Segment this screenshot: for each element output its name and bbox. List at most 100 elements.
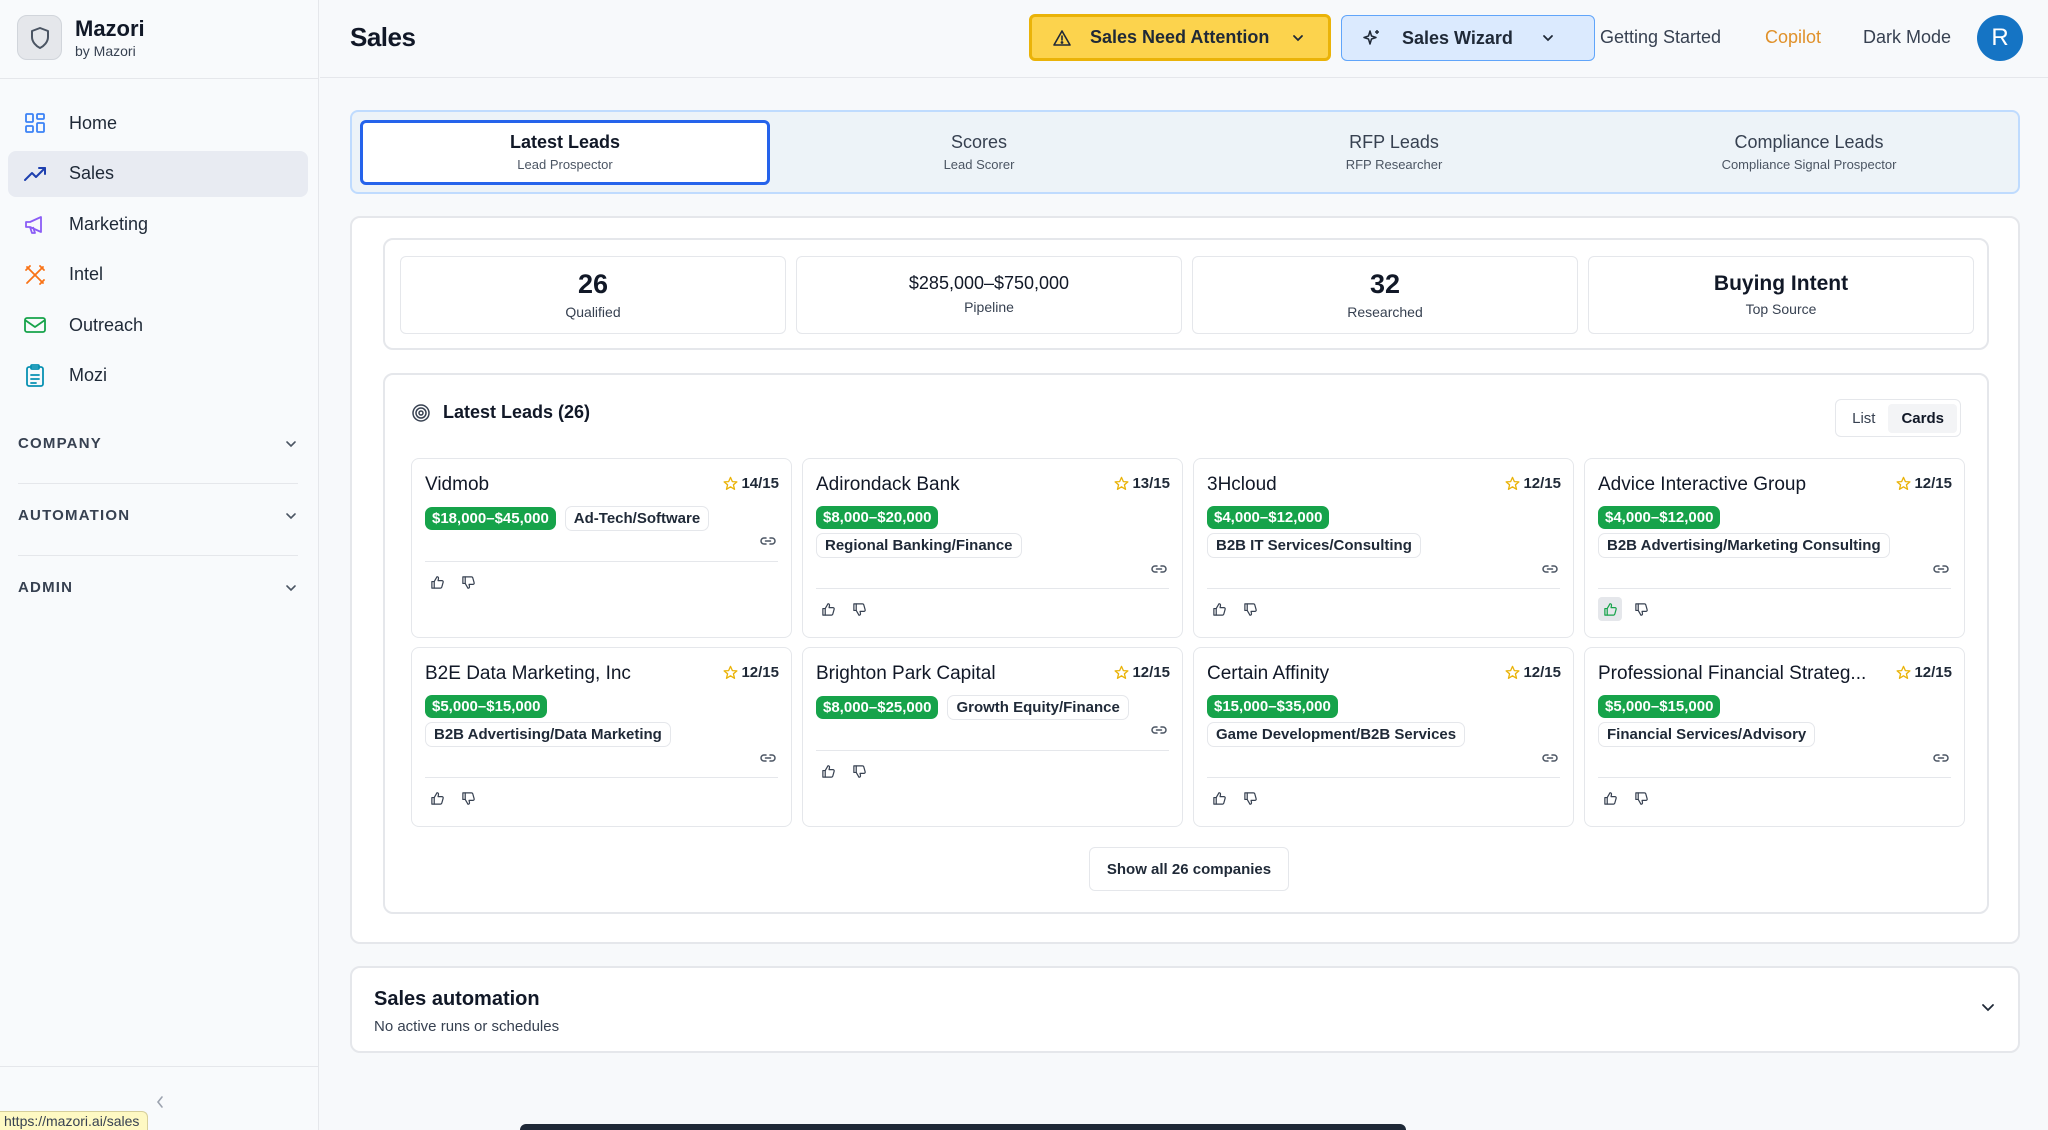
- lead-score: 12/15: [1114, 664, 1170, 681]
- link-icon[interactable]: [1933, 753, 1949, 763]
- view-cards-button[interactable]: Cards: [1888, 403, 1957, 433]
- avatar[interactable]: R: [1977, 15, 2023, 61]
- link-icon[interactable]: [1542, 564, 1558, 574]
- industry-tag: Game Development/B2B Services: [1207, 722, 1466, 747]
- vote-controls: [1207, 786, 1269, 810]
- bottom-overlay-bar: [520, 1124, 1406, 1130]
- tab-latest-leads[interactable]: Latest Leads Lead Prospector: [360, 120, 770, 185]
- lead-card[interactable]: Advice Interactive Group 12/15 $4,000–$1…: [1584, 458, 1965, 638]
- lead-name[interactable]: 3Hcloud: [1207, 474, 1277, 496]
- clipboard-icon: [22, 363, 48, 389]
- thumbs-up-icon[interactable]: [1207, 786, 1231, 810]
- lead-tags: B2B IT Services/Consulting: [1207, 533, 1421, 558]
- link-icon[interactable]: [1542, 753, 1558, 763]
- warning-icon: [1052, 29, 1072, 47]
- tab-rfp-leads[interactable]: RFP Leads RFP Researcher: [1189, 120, 1599, 185]
- score-value: 12/15: [1132, 664, 1170, 681]
- sidebar-item-intel[interactable]: Intel: [8, 252, 308, 298]
- sales-automation-panel[interactable]: Sales automation No active runs or sched…: [350, 966, 2020, 1053]
- thumbs-down-icon[interactable]: [1629, 597, 1653, 621]
- thumbs-up-icon[interactable]: [425, 570, 449, 594]
- chevron-down-icon: [1980, 1003, 1996, 1013]
- thumbs-up-icon[interactable]: [816, 597, 840, 621]
- tab-compliance-leads[interactable]: Compliance Leads Compliance Signal Prosp…: [1604, 120, 2014, 185]
- tab-scores[interactable]: Scores Lead Scorer: [774, 120, 1184, 185]
- thumbs-down-icon[interactable]: [1238, 597, 1262, 621]
- show-all-companies-button[interactable]: Show all 26 companies: [1089, 847, 1289, 891]
- lead-card[interactable]: 3Hcloud 12/15 $4,000–$12,000 B2B IT Serv…: [1193, 458, 1574, 638]
- lead-card[interactable]: Brighton Park Capital 12/15 $8,000–$25,0…: [802, 647, 1183, 827]
- section-company[interactable]: COMPANY: [18, 435, 298, 452]
- lead-card[interactable]: Professional Financial Strateg... 12/15 …: [1584, 647, 1965, 827]
- section-admin[interactable]: ADMIN: [18, 579, 298, 596]
- chevron-down-icon: [1291, 33, 1305, 43]
- dark-mode-toggle[interactable]: Dark Mode: [1863, 27, 1951, 48]
- sidebar-item-sales[interactable]: Sales: [8, 150, 308, 197]
- sidebar-nav: Home Sales Marketing Intel Outreach Mozi: [8, 100, 308, 403]
- sidebar-item-label: Outreach: [69, 314, 144, 335]
- sidebar-item-home[interactable]: Home: [8, 100, 308, 146]
- view-list-button[interactable]: List: [1839, 404, 1888, 433]
- stat-top-source: Buying Intent Top Source: [1588, 256, 1974, 334]
- sales-wizard-button[interactable]: Sales Wizard: [1341, 15, 1595, 61]
- sales-attention-button[interactable]: Sales Need Attention: [1029, 14, 1331, 61]
- divider: [816, 588, 1169, 589]
- thumbs-down-icon[interactable]: [456, 570, 480, 594]
- thumbs-up-icon[interactable]: [816, 759, 840, 783]
- sidebar-item-label: Mozi: [69, 365, 108, 385]
- score-value: 12/15: [1914, 475, 1952, 492]
- section-automation[interactable]: AUTOMATION: [18, 507, 298, 524]
- lead-card[interactable]: Vidmob 14/15 $18,000–$45,000 Ad-Tech/Sof…: [411, 458, 792, 638]
- chevron-down-icon: [284, 583, 298, 593]
- lead-tags: $8,000–$20,000: [816, 506, 939, 529]
- deal-range-badge: $5,000–$15,000: [1598, 695, 1721, 718]
- sidebar-item-outreach[interactable]: Outreach: [8, 302, 308, 348]
- lead-name[interactable]: Professional Financial Strateg...: [1598, 663, 1866, 685]
- sidebar-item-mozi[interactable]: Mozi: [8, 353, 308, 399]
- lead-name[interactable]: B2E Data Marketing, Inc: [425, 663, 631, 685]
- thumbs-down-icon[interactable]: [456, 786, 480, 810]
- chevron-left-icon: [155, 1095, 165, 1109]
- brand[interactable]: Mazori by Mazori: [17, 15, 145, 60]
- thumbs-up-icon[interactable]: [1598, 786, 1622, 810]
- thumbs-up-icon[interactable]: [1207, 597, 1231, 621]
- thumbs-up-icon[interactable]: [1598, 597, 1622, 621]
- thumbs-down-icon[interactable]: [847, 759, 871, 783]
- thumbs-down-icon[interactable]: [847, 597, 871, 621]
- lead-tags: B2B Advertising/Data Marketing: [425, 722, 671, 747]
- lead-name[interactable]: Advice Interactive Group: [1598, 474, 1806, 496]
- sidebar-item-marketing[interactable]: Marketing: [8, 201, 308, 247]
- lead-score: 12/15: [1896, 475, 1952, 492]
- copilot-link[interactable]: Copilot: [1765, 27, 1821, 48]
- tab-title: Latest Leads: [509, 132, 621, 152]
- thumbs-down-icon[interactable]: [1238, 786, 1262, 810]
- thumbs-up-icon[interactable]: [425, 786, 449, 810]
- link-icon[interactable]: [760, 753, 776, 763]
- lead-name[interactable]: Vidmob: [425, 474, 489, 496]
- stat-label: Pipeline: [964, 299, 1014, 315]
- lead-card[interactable]: Certain Affinity 12/15 $15,000–$35,000 G…: [1193, 647, 1574, 827]
- lead-name[interactable]: Certain Affinity: [1207, 663, 1329, 685]
- star-icon: [1505, 665, 1520, 680]
- stat-qualified: 26 Qualified: [400, 256, 786, 334]
- link-icon[interactable]: [1151, 564, 1167, 574]
- collapse-sidebar-button[interactable]: [150, 1092, 170, 1112]
- star-icon: [1896, 476, 1911, 491]
- getting-started-link[interactable]: Getting Started: [1600, 27, 1721, 48]
- lead-card[interactable]: Adirondack Bank 13/15 $8,000–$20,000 Reg…: [802, 458, 1183, 638]
- industry-tag: Financial Services/Advisory: [1598, 722, 1816, 747]
- link-icon[interactable]: [760, 536, 776, 546]
- section-label: AUTOMATION: [18, 507, 131, 524]
- page-title: Sales: [350, 22, 416, 52]
- thumbs-down-icon[interactable]: [1629, 786, 1653, 810]
- lead-name[interactable]: Brighton Park Capital: [816, 663, 996, 685]
- lead-name[interactable]: Adirondack Bank: [816, 474, 960, 496]
- deal-range-badge: $15,000–$35,000: [1207, 695, 1338, 718]
- deal-range-badge: $4,000–$12,000: [1598, 506, 1721, 529]
- link-icon[interactable]: [1933, 564, 1949, 574]
- link-icon[interactable]: [1151, 725, 1167, 735]
- brand-name: Mazori: [75, 15, 145, 41]
- lead-card[interactable]: B2E Data Marketing, Inc 12/15 $5,000–$15…: [411, 647, 792, 827]
- lead-score: 14/15: [723, 475, 779, 492]
- leads-title: Latest Leads (26): [443, 402, 591, 422]
